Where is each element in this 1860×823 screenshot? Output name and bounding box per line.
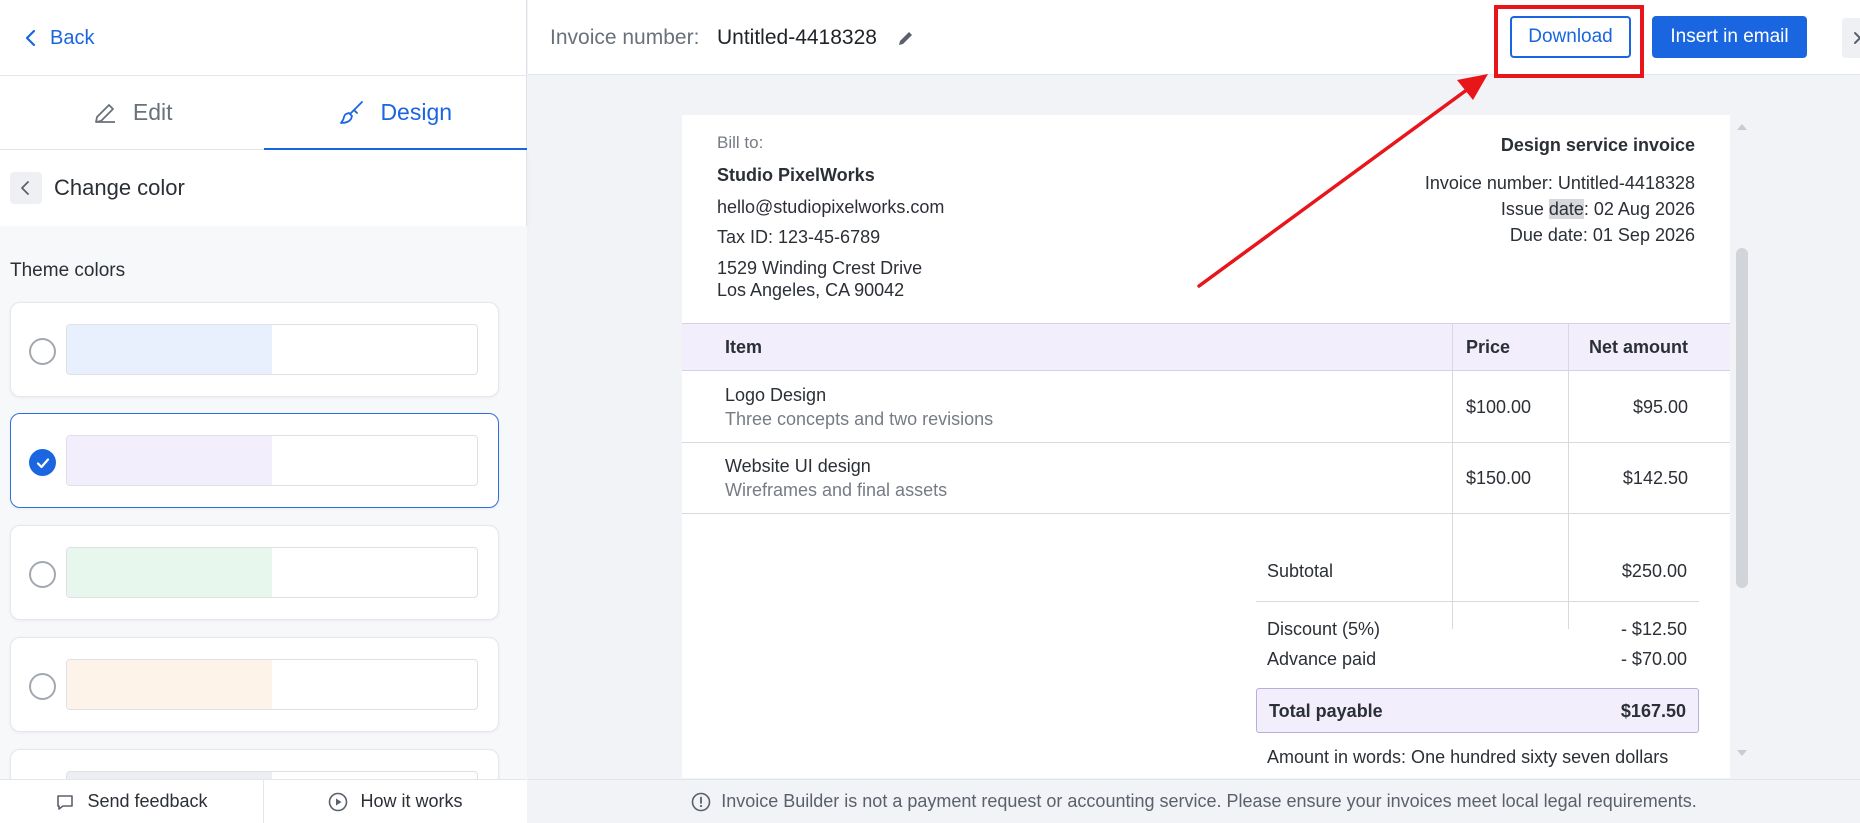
tab-edit[interactable]: Edit: [0, 76, 264, 149]
edit-pencil-icon[interactable]: [896, 28, 916, 48]
subtotal-value: $250.00: [1621, 561, 1687, 581]
table-bottom-border: [682, 513, 1730, 514]
theme-swatch-purple[interactable]: [10, 413, 499, 508]
advance-paid-label: Advance paid: [1267, 649, 1377, 669]
tax-id: Tax ID: 123-45-6789: [717, 227, 881, 247]
address-line-2: Los Angeles, CA 90042: [717, 280, 905, 300]
issue-date-prefix: Issue: [1500, 199, 1549, 219]
company-email: hello@studiopixelworks.com: [717, 197, 945, 217]
left-panel: Back Edit Design Change color Theme colo…: [0, 0, 527, 823]
insert-in-email-button[interactable]: Insert in email: [1652, 16, 1807, 58]
play-circle-icon: [329, 792, 348, 811]
invoice-title: Design service invoice: [1500, 135, 1695, 155]
send-feedback-label: Send feedback: [87, 791, 208, 811]
swatch-color-fill: [67, 548, 272, 597]
tab-design[interactable]: Design: [263, 76, 528, 150]
total-payable-value: $167.50: [1620, 701, 1686, 721]
issue-date-value: : 02 Aug 2026: [1583, 199, 1695, 219]
invoice-number-label: Invoice number:: [550, 26, 700, 49]
swatch-preview: [66, 435, 478, 486]
address-line-1: 1529 Winding Crest Drive: [717, 258, 923, 278]
item-price: $100.00: [1466, 397, 1532, 417]
swatch-radio[interactable]: [29, 561, 56, 588]
close-icon: [1854, 32, 1860, 44]
swatch-preview: [66, 659, 478, 710]
swatch-radio[interactable]: [29, 673, 56, 700]
subheader-back-button[interactable]: [10, 172, 42, 204]
column-header-price: Price: [1466, 337, 1511, 357]
chevron-left-icon: [21, 181, 29, 195]
bill-to-label: Bill to:: [717, 133, 764, 152]
legal-notice-text: Invoice Builder is not a payment request…: [721, 791, 1697, 811]
theme-swatch-blue[interactable]: [10, 302, 499, 397]
scrollbar-thumb[interactable]: [1736, 248, 1748, 588]
tab-design-label: Design: [380, 99, 453, 125]
column-divider: [1452, 323, 1453, 629]
editor-tabs: Edit Design: [0, 76, 527, 150]
swatch-color-fill: [67, 436, 272, 485]
total-payable-label: Total payable: [1269, 701, 1383, 721]
item-price: $150.00: [1466, 468, 1532, 488]
invoice-number-value[interactable]: Untitled-4418328: [717, 26, 877, 50]
due-date-line: Due date: 01 Sep 2026: [1509, 225, 1695, 245]
how-it-works-button[interactable]: How it works: [263, 780, 527, 823]
info-icon: [691, 792, 711, 811]
discount-label: Discount (5%): [1267, 619, 1381, 639]
paintbrush-icon: [340, 100, 364, 124]
subtotal-label: Subtotal: [1267, 561, 1334, 581]
back-label: Back: [50, 26, 95, 49]
left-footer: Send feedback How it works: [0, 779, 527, 823]
swatch-radio[interactable]: [29, 338, 56, 365]
item-description: Wireframes and final assets: [725, 480, 948, 500]
chevron-left-icon: [25, 29, 36, 47]
issue-date-word: date: [1548, 199, 1584, 219]
legal-notice: Invoice Builder is not a payment request…: [528, 779, 1860, 823]
issue-date-line: Issue date: 02 Aug 2026: [1501, 199, 1695, 220]
company-name: Studio PixelWorks: [717, 165, 875, 185]
item-net-amount: $95.00: [1632, 397, 1688, 417]
theme-swatch-partial[interactable]: [10, 749, 499, 779]
items-table-header: [682, 323, 1730, 371]
summary-divider: [1256, 601, 1699, 602]
send-feedback-button[interactable]: Send feedback: [0, 780, 263, 823]
item-net-amount: $142.50: [1622, 468, 1688, 488]
swatch-radio-selected[interactable]: [29, 449, 56, 476]
subheader-title: Change color: [54, 175, 185, 200]
close-button[interactable]: [1842, 18, 1860, 58]
swatch-preview: [66, 771, 478, 779]
change-color-header: Change color: [0, 150, 527, 226]
chat-bubble-icon: [57, 794, 74, 810]
swatch-color-fill: [67, 660, 272, 709]
column-header-item: Item: [725, 337, 763, 357]
column-header-net: Net amount: [1589, 337, 1688, 357]
scroll-down-arrow-icon[interactable]: [1736, 748, 1748, 758]
tab-edit-label: Edit: [132, 99, 173, 125]
swatch-color-fill: [67, 325, 272, 374]
row-divider: [682, 442, 1730, 443]
theme-color-list: Theme colors: [0, 226, 527, 779]
swatch-color-fill: [67, 772, 272, 779]
discount-value: - $12.50: [1620, 619, 1687, 639]
invoice-preview: Bill to: Studio PixelWorks hello@studiop…: [682, 115, 1730, 778]
scroll-up-arrow-icon[interactable]: [1736, 122, 1748, 132]
amount-in-words: Amount in words: One hundred sixty seven…: [1267, 747, 1669, 767]
invoice-number-line: Invoice number: Untitled-4418328: [1424, 173, 1695, 193]
item-name: Logo Design: [725, 385, 827, 405]
how-it-works-label: How it works: [360, 791, 463, 811]
pencil-icon: [95, 103, 115, 123]
swatch-preview: [66, 547, 478, 598]
item-description: Three concepts and two revisions: [725, 409, 994, 429]
top-bar: Invoice number: Untitled-4418328 Downloa…: [528, 0, 1860, 78]
theme-colors-heading: Theme colors: [10, 260, 126, 281]
swatch-preview: [66, 324, 478, 375]
download-button[interactable]: Download: [1510, 16, 1631, 58]
theme-swatch-orange[interactable]: [10, 637, 499, 732]
item-name: Website UI design: [725, 456, 871, 476]
column-divider: [1568, 323, 1569, 629]
advance-paid-value: - $70.00: [1620, 649, 1687, 669]
check-icon: [36, 457, 49, 468]
theme-swatch-green[interactable]: [10, 525, 499, 620]
back-button[interactable]: Back: [22, 22, 94, 54]
